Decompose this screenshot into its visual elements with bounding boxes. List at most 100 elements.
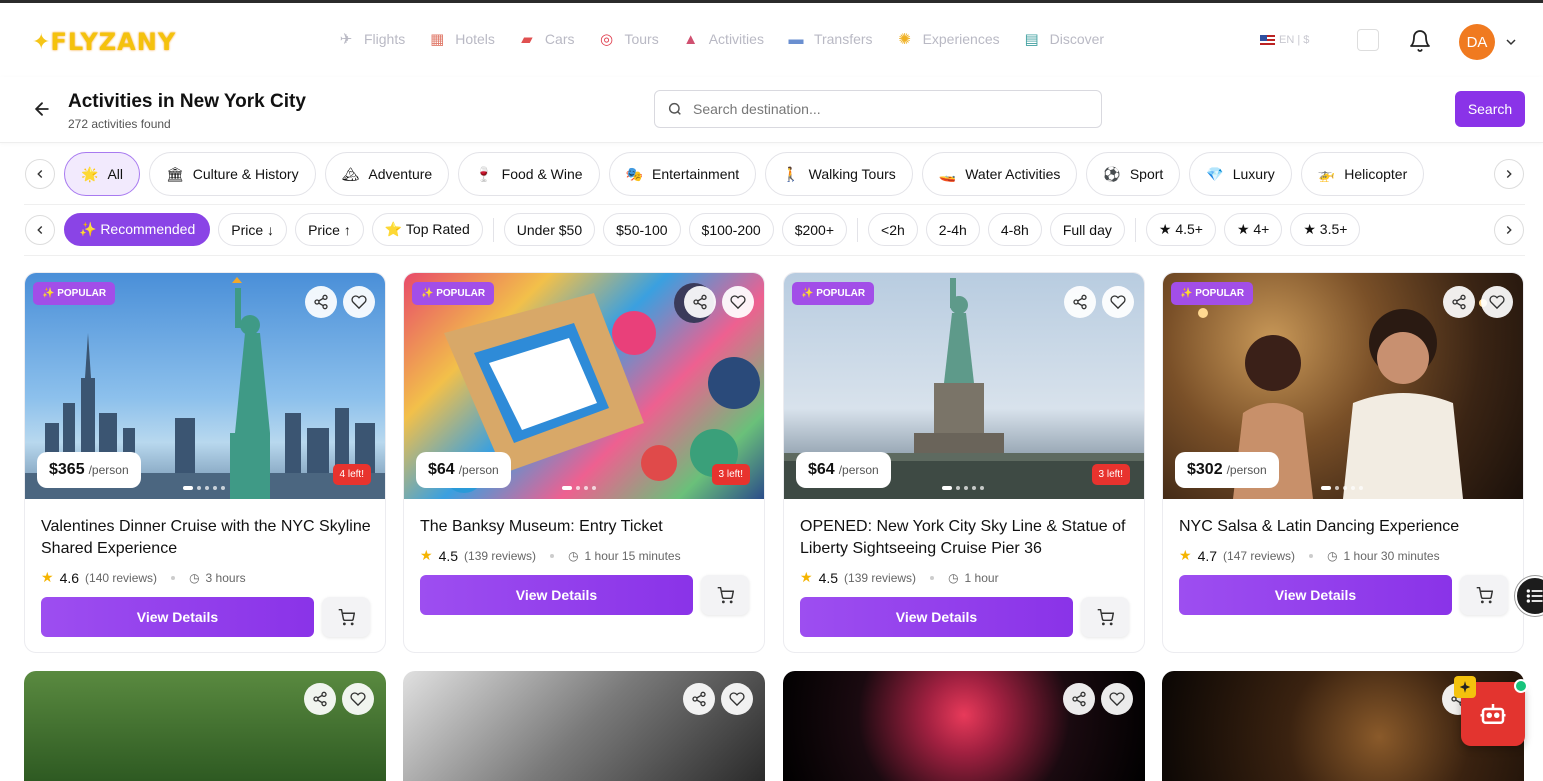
activity-card[interactable]: ✨ POPULAR $64/person 3 left! The Banksy …	[403, 272, 765, 653]
review-count: (139 reviews)	[844, 570, 917, 585]
add-to-cart-button[interactable]	[701, 575, 749, 615]
cart-icon	[1097, 608, 1114, 625]
favorite-button[interactable]	[721, 683, 753, 715]
category-food-wine[interactable]: 🍷 Food & Wine	[458, 152, 600, 196]
duration-2-4h[interactable]: 2-4h	[925, 213, 980, 246]
sort-recommended[interactable]: ✨ Recommended	[64, 213, 211, 246]
share-button[interactable]	[305, 286, 337, 318]
favorite-button[interactable]	[1102, 286, 1134, 318]
nav-experiences[interactable]: ✺ Experiences	[895, 29, 999, 49]
filter-scroll-left[interactable]	[25, 215, 55, 245]
duration-under-2h[interactable]: <2h	[868, 213, 918, 246]
price-100-200[interactable]: $100-200	[688, 213, 774, 246]
add-to-cart-button[interactable]	[322, 597, 370, 637]
activity-card[interactable]: ✨ POPULAR $365/person 4 left! Valentines…	[24, 272, 386, 653]
review-count: (140 reviews)	[85, 570, 158, 585]
view-details-button[interactable]: View Details	[1179, 575, 1452, 615]
category-luxury[interactable]: 💎 Luxury	[1189, 152, 1292, 196]
share-button[interactable]	[684, 286, 716, 318]
price-unit: /person	[458, 463, 499, 477]
search-button[interactable]: Search	[1455, 91, 1525, 127]
nav-hotels[interactable]: ▦ Hotels	[427, 29, 495, 49]
share-button[interactable]	[1063, 683, 1095, 715]
add-to-cart-button[interactable]	[1460, 575, 1508, 615]
back-arrow-icon[interactable]	[32, 99, 52, 119]
rating-3-5-plus[interactable]: ★ 3.5+	[1290, 213, 1361, 246]
map-icon: ▤	[1024, 31, 1039, 48]
activity-card[interactable]	[783, 671, 1145, 781]
share-button[interactable]	[1064, 286, 1096, 318]
nav-flights[interactable]: ✈ Flights	[336, 29, 406, 49]
carousel-dots[interactable]	[183, 486, 225, 490]
share-icon	[1073, 294, 1087, 310]
add-to-cart-button[interactable]	[1081, 597, 1129, 637]
chevron-down-icon[interactable]	[1503, 34, 1519, 50]
category-helicopter[interactable]: 🚁 Helicopter	[1300, 152, 1425, 196]
online-status-dot	[1514, 679, 1528, 693]
activity-card[interactable]: ✨ POPULAR $302/person NYC Salsa & Latin …	[1162, 272, 1524, 653]
activity-title[interactable]: OPENED: New York City Sky Line & Statue …	[800, 516, 1130, 560]
category-walking-tours[interactable]: 🚶 Walking Tours	[765, 152, 913, 196]
search-box	[654, 90, 1102, 128]
category-all[interactable]: 🌟 All	[64, 152, 140, 196]
favorite-button[interactable]	[343, 286, 375, 318]
cart-icon[interactable]	[1357, 29, 1379, 51]
share-button[interactable]	[1443, 286, 1475, 318]
favorite-button[interactable]	[1481, 286, 1513, 318]
sort-top-rated[interactable]: ⭐ Top Rated	[371, 213, 483, 246]
duration-4-8h[interactable]: 4-8h	[987, 213, 1042, 246]
category-sport[interactable]: ⚽ Sport	[1086, 152, 1181, 196]
activity-title[interactable]: Valentines Dinner Cruise with the NYC Sk…	[41, 516, 371, 560]
share-button[interactable]	[304, 683, 336, 715]
favorite-button[interactable]	[722, 286, 754, 318]
nav-hotels-label: Hotels	[455, 31, 495, 47]
rating-4-plus[interactable]: ★ 4+	[1223, 213, 1283, 246]
category-culture-history[interactable]: 🏛 Culture & History	[149, 152, 316, 196]
carousel-dots[interactable]	[562, 486, 596, 490]
sort-price-asc[interactable]: Price ↑	[295, 213, 364, 246]
share-button[interactable]	[683, 683, 715, 715]
activity-title[interactable]: NYC Salsa & Latin Dancing Experience	[1179, 516, 1509, 538]
activity-card[interactable]: ✨ POPULAR $64/person 3 left! OPENED: New…	[783, 272, 1145, 653]
user-avatar[interactable]: DA	[1459, 24, 1495, 60]
price-under-50[interactable]: Under $50	[503, 213, 596, 246]
search-input[interactable]	[693, 101, 1073, 117]
logo[interactable]: ✦ FLYZANY	[32, 27, 176, 57]
price-200-plus[interactable]: $200+	[781, 213, 848, 246]
nav-tours[interactable]: ◎ Tours	[596, 29, 659, 49]
favorite-button[interactable]	[342, 683, 374, 715]
rating-4-5-plus[interactable]: ★ 4.5+	[1145, 213, 1216, 246]
sort-price-desc[interactable]: Price ↓	[218, 213, 288, 246]
carousel-dots[interactable]	[942, 486, 984, 490]
favorite-button[interactable]	[1101, 683, 1133, 715]
popular-badge: ✨ POPULAR	[33, 282, 116, 305]
activity-title[interactable]: The Banksy Museum: Entry Ticket	[420, 516, 750, 538]
bell-icon[interactable]	[1408, 29, 1432, 53]
category-entertainment[interactable]: 🎭 Entertainment	[608, 152, 757, 196]
category-adventure[interactable]: 🏔 Adventure	[324, 152, 450, 196]
share-icon	[1072, 691, 1086, 707]
nav-cars[interactable]: ▰ Cars	[517, 29, 574, 49]
nav-transfers[interactable]: ▬ Transfers	[786, 29, 872, 49]
nav-activities[interactable]: ▲ Activities	[681, 29, 764, 49]
category-scroll-left[interactable]	[25, 159, 55, 189]
view-details-button[interactable]: View Details	[41, 597, 314, 637]
filter-scroll-right[interactable]	[1494, 215, 1524, 245]
share-icon	[314, 294, 328, 310]
price-unit: /person	[88, 463, 129, 477]
duration-full-day[interactable]: Full day	[1049, 213, 1125, 246]
nav-discover[interactable]: ▤ Discover	[1022, 29, 1105, 49]
rating-value: 4.7	[1197, 547, 1218, 564]
activity-card[interactable]	[24, 671, 386, 781]
view-details-button[interactable]: View Details	[420, 575, 693, 615]
activity-card[interactable]	[403, 671, 765, 781]
language-selector[interactable]: EN | $	[1260, 34, 1309, 46]
cart-icon	[717, 586, 734, 603]
view-details-button[interactable]: View Details	[800, 597, 1073, 637]
cart-icon	[1476, 586, 1493, 603]
category-water-activities[interactable]: 🚤 Water Activities	[921, 152, 1078, 196]
category-scroll-right[interactable]	[1494, 159, 1524, 189]
availability-badge: 4 left!	[332, 464, 371, 485]
carousel-dots[interactable]	[1321, 486, 1363, 490]
price-50-100[interactable]: $50-100	[603, 213, 681, 246]
